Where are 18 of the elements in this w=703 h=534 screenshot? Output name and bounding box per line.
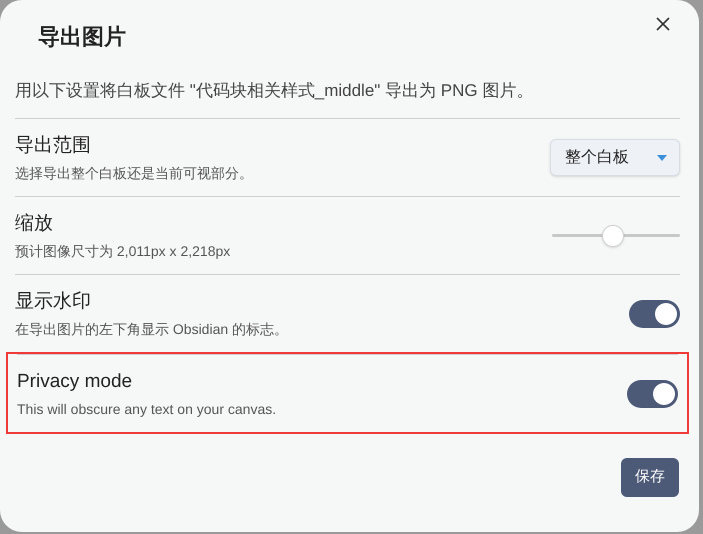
toggle-switch[interactable]: [629, 300, 680, 328]
setting-name: Privacy mode: [17, 370, 134, 394]
setting-description: This will obscure any text on your canvas.: [17, 400, 276, 418]
setting-description: 预计图像尺寸为 2,011px x 2,218px: [15, 242, 230, 260]
slider-thumb[interactable]: [602, 224, 624, 246]
setting-description: 在导出图片的左下角显示 Obsidian 的标志。: [15, 320, 288, 338]
setting-name: 导出范围: [15, 134, 92, 158]
toggle-switch[interactable]: [627, 380, 678, 408]
close-icon: [656, 17, 670, 31]
dialog-title: 导出图片: [38, 23, 126, 51]
setting-description: 选择导出整个白板还是当前可视部分。: [15, 164, 253, 182]
setting-name: 显示水印: [15, 290, 92, 314]
dialog-description: 用以下设置将白板文件 "代码块相关样式_middle" 导出为 PNG 图片。: [15, 80, 534, 102]
setting-name: 缩放: [15, 212, 54, 236]
save-button[interactable]: 保存: [621, 458, 679, 497]
scope-dropdown[interactable]: 整个白板: [550, 139, 680, 176]
caret-icon: [657, 154, 667, 160]
zoom-slider[interactable]: [552, 224, 680, 248]
